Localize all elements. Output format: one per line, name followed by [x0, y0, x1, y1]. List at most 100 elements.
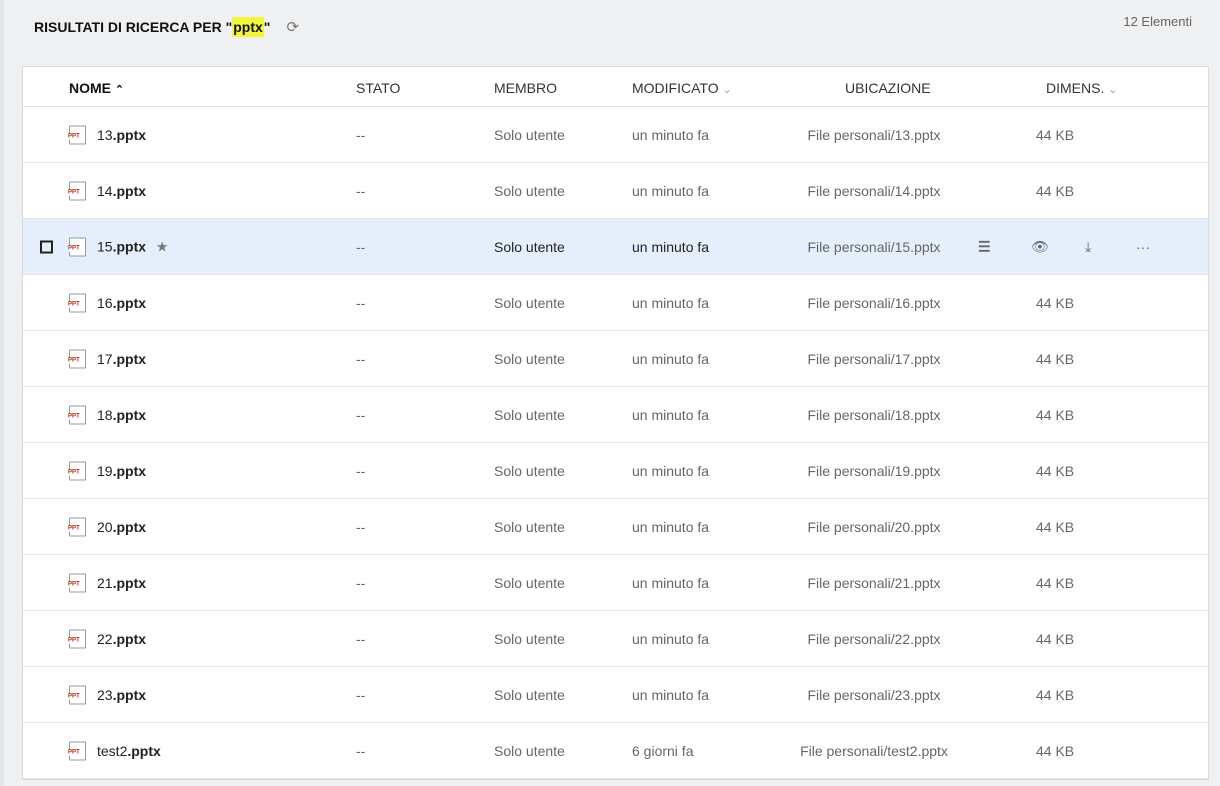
status: -- — [356, 294, 366, 311]
col-location[interactable]: UBICAZIONE — [845, 80, 931, 96]
table-row[interactable]: PPT 19.pptx -- Solo utente un minuto fa … — [23, 443, 1208, 499]
status: -- — [356, 574, 366, 591]
search-query-highlight: pptx — [232, 17, 264, 37]
table-row[interactable]: PPT 14.pptx -- Solo utente un minuto fa … — [23, 163, 1208, 219]
location[interactable]: File personali/13.pptx — [754, 127, 994, 143]
file-base: test2 — [97, 742, 128, 759]
modified: 6 giorni fa — [632, 742, 694, 759]
pptx-file-icon: PPT — [68, 125, 86, 144]
modified: un minuto fa — [632, 462, 710, 479]
table-header: NOME ⌃ STATO MEMBRO MODIFICATO ⌄ UBICAZI… — [23, 67, 1208, 107]
location[interactable]: File personali/14.pptx — [754, 183, 994, 199]
file-name[interactable]: 22.pptx — [97, 631, 146, 647]
size: 44 KB — [1036, 686, 1075, 703]
file-name[interactable]: 17.pptx — [97, 351, 146, 367]
pptx-file-icon: PPT — [68, 461, 86, 480]
more-icon[interactable]: ··· — [1136, 239, 1150, 255]
status: -- — [356, 742, 366, 759]
file-ext: .pptx — [112, 126, 147, 143]
download-icon[interactable]: ⤓ — [1085, 238, 1091, 255]
table-row[interactable]: PPT 18.pptx -- Solo utente un minuto fa … — [23, 387, 1208, 443]
modified: un minuto fa — [632, 686, 710, 703]
size: 44 KB — [1036, 350, 1075, 367]
location[interactable]: File personali/23.pptx — [754, 687, 994, 703]
size: 44 KB — [1036, 630, 1075, 647]
col-modified[interactable]: MODIFICATO ⌄ — [632, 80, 732, 96]
file-name[interactable]: 14.pptx — [97, 183, 146, 199]
file-base: 15 — [97, 238, 113, 254]
location[interactable]: File personali/18.pptx — [754, 407, 994, 423]
col-name[interactable]: NOME ⌃ — [69, 80, 124, 96]
results-table: NOME ⌃ STATO MEMBRO MODIFICATO ⌄ UBICAZI… — [22, 66, 1209, 780]
status: -- — [356, 350, 366, 367]
location[interactable]: File personali/17.pptx — [754, 351, 994, 367]
pptx-file-icon: PPT — [68, 741, 86, 760]
location[interactable]: File personali/21.pptx — [754, 575, 994, 591]
size: 44 KB — [1036, 742, 1075, 759]
size: 44 KB — [1036, 406, 1075, 423]
file-base: 17 — [97, 350, 113, 367]
location[interactable]: File personali/22.pptx — [754, 631, 994, 647]
file-ext: .pptx — [112, 518, 147, 535]
modified: un minuto fa — [632, 294, 710, 311]
col-size[interactable]: DIMENS. ⌄ — [1046, 80, 1117, 96]
file-name[interactable]: 18.pptx — [97, 407, 146, 423]
file-ext: .pptx — [112, 462, 147, 479]
file-base: 20 — [97, 518, 113, 535]
table-row[interactable]: PPT 17.pptx -- Solo utente un minuto fa … — [23, 331, 1208, 387]
location[interactable]: File personali/test2.pptx — [754, 743, 994, 759]
status: -- — [356, 686, 366, 703]
table-row[interactable]: PPT 23.pptx -- Solo utente un minuto fa … — [23, 667, 1208, 723]
table-row[interactable]: PPT 20.pptx -- Solo utente un minuto fa … — [23, 499, 1208, 555]
table-row[interactable]: PPT 21.pptx -- Solo utente un minuto fa … — [23, 555, 1208, 611]
member: Solo utente — [494, 182, 565, 199]
file-base: 21 — [97, 574, 113, 591]
location[interactable]: File personali/20.pptx — [754, 519, 994, 535]
pptx-file-icon: PPT — [68, 629, 86, 648]
file-icon-label: PPT — [68, 749, 80, 755]
file-ext: .pptx — [127, 742, 161, 759]
table-row[interactable]: PPT 15.pptx ★ -- Solo utente un minuto f… — [23, 219, 1208, 275]
col-modified-label: MODIFICATO — [632, 80, 719, 96]
col-member[interactable]: MEMBRO — [494, 80, 557, 96]
table-row[interactable]: PPT 22.pptx -- Solo utente un minuto fa … — [23, 611, 1208, 667]
file-name[interactable]: 23.pptx — [97, 687, 146, 703]
file-base: 23 — [97, 686, 113, 703]
table-row[interactable]: PPT 13.pptx -- Solo utente un minuto fa … — [23, 107, 1208, 163]
location[interactable]: File personali/15.pptx — [754, 239, 994, 255]
refresh-icon[interactable]: ⟳ — [286, 18, 299, 36]
file-name[interactable]: 21.pptx — [97, 575, 146, 591]
eye-icon[interactable]: 👁 — [1031, 238, 1049, 255]
file-base: 16 — [97, 294, 113, 311]
file-name[interactable]: test2.pptx — [97, 743, 161, 759]
size: 44 KB — [1036, 462, 1075, 479]
status: -- — [356, 126, 366, 143]
file-ext: .pptx — [112, 630, 147, 647]
table-row[interactable]: PPT 16.pptx -- Solo utente un minuto fa … — [23, 275, 1208, 331]
file-icon-label: PPT — [68, 245, 80, 251]
file-base: 22 — [97, 630, 113, 647]
location[interactable]: File personali/19.pptx — [754, 463, 994, 479]
col-status[interactable]: STATO — [356, 80, 400, 96]
file-name[interactable]: 20.pptx — [97, 519, 146, 535]
file-name[interactable]: 13.pptx — [97, 127, 146, 143]
star-icon[interactable]: ★ — [156, 238, 169, 254]
pptx-file-icon: PPT — [68, 237, 86, 256]
file-ext: .pptx — [112, 182, 147, 199]
file-icon-label: PPT — [68, 133, 80, 139]
file-name[interactable]: 15.pptx ★ — [97, 238, 168, 255]
file-name[interactable]: 16.pptx — [97, 295, 146, 311]
file-icon-label: PPT — [68, 189, 80, 195]
row-checkbox[interactable] — [40, 240, 53, 253]
file-icon-label: PPT — [68, 469, 80, 475]
size: 44 KB — [1036, 294, 1075, 311]
file-ext: .pptx — [112, 350, 147, 367]
table-row[interactable]: PPT test2.pptx -- Solo utente 6 giorni f… — [23, 723, 1208, 779]
file-icon-label: PPT — [68, 581, 80, 587]
location[interactable]: File personali/16.pptx — [754, 295, 994, 311]
file-name[interactable]: 19.pptx — [97, 463, 146, 479]
item-count: 12 Elementi — [1123, 14, 1192, 29]
member: Solo utente — [494, 238, 565, 255]
status: -- — [356, 182, 366, 199]
details-icon[interactable]: ☰ — [978, 238, 991, 255]
